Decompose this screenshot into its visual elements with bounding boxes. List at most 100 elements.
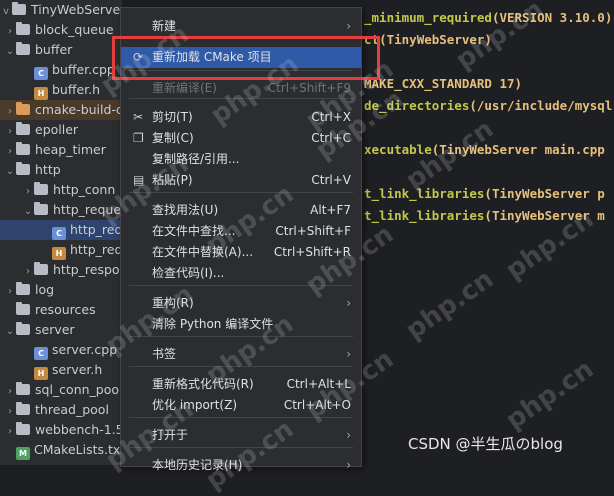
menu-item-label: 新建: [152, 19, 177, 33]
tree-item[interactable]: ⌄ http_request: [0, 200, 122, 220]
tree-item[interactable]: Chttp_request.cpp: [0, 220, 122, 240]
tree-item-label: http_response: [53, 262, 122, 277]
tree-item[interactable]: › heap_timer: [0, 140, 122, 160]
menu-item[interactable]: 在文件中查找... Ctrl+Shift+F: [121, 221, 361, 242]
highlight-box: [112, 36, 380, 80]
folder-icon: [16, 282, 30, 295]
chevron-right-icon[interactable]: ›: [4, 142, 16, 162]
menu-item[interactable]: ❐ 复制(C) Ctrl+C: [121, 128, 361, 149]
tree-item[interactable]: ⌄ http: [0, 160, 122, 180]
tree-item[interactable]: › sql_conn_pool: [0, 380, 122, 400]
menu-item[interactable]: 重新编译(E) Ctrl+Shift+F9: [121, 78, 361, 99]
menu-item[interactable]: 书签 ›: [121, 344, 361, 365]
code-token: xecutable: [364, 142, 432, 157]
menu-separator: [129, 98, 353, 99]
menu-item[interactable]: 查找用法(U) Alt+F7: [121, 200, 361, 221]
folder-icon: [16, 122, 30, 135]
menu-item-shortcut: Ctrl+V: [311, 173, 351, 187]
menu-item[interactable]: ✂ 剪切(T) Ctrl+X: [121, 107, 361, 128]
code-editor[interactable]: _minimum_required(VERSION 3.10.0) ct(Tiny…: [360, 0, 614, 465]
chevron-right-icon: ›: [346, 19, 351, 33]
folder-icon: [16, 402, 30, 415]
menu-item[interactable]: 重构(R) ›: [121, 293, 361, 314]
folder-icon: [34, 202, 48, 215]
tree-item-label: epoller: [35, 122, 79, 137]
code-line: de_directories(/usr/include/mysql): [364, 98, 614, 113]
tree-item-label: heap_timer: [35, 142, 106, 157]
cut-icon: ✂: [133, 110, 144, 124]
tree-item-label: buffer.cpp: [52, 62, 115, 77]
project-root-label: TinyWebServer: [31, 2, 122, 17]
code-token: (VERSION 3.10.0): [491, 10, 613, 25]
tree-item[interactable]: resources: [0, 300, 122, 320]
tree-item[interactable]: › epoller: [0, 120, 122, 140]
tree-item-label: server: [35, 322, 75, 337]
menu-item-label: 剪切(T): [152, 110, 193, 124]
code-line: t_link_libraries(TinyWebServer m: [364, 208, 605, 223]
folder-icon: [12, 2, 26, 15]
code-token: (TinyWebServer m: [484, 208, 605, 223]
tree-item[interactable]: M CMakeLists.txt: [0, 440, 122, 460]
tree-item[interactable]: Hserver.h: [0, 360, 122, 380]
menu-item-shortcut: Ctrl+C: [311, 131, 351, 145]
chevron-right-icon[interactable]: ›: [22, 262, 34, 282]
menu-item[interactable]: 清除 Python 编译文件: [121, 314, 361, 335]
tree-item-label: http_request: [53, 202, 122, 217]
chevron-down-icon[interactable]: ⌄: [22, 202, 34, 222]
menu-item-label: 优化 import(Z): [152, 398, 238, 412]
folder-icon: [34, 262, 48, 275]
chevron-down-icon[interactable]: ⌄: [4, 322, 16, 342]
chevron-right-icon[interactable]: ›: [22, 182, 34, 202]
menu-item-label: 在文件中替换(A)...: [152, 245, 254, 259]
tree-item-label: server.cpp: [52, 342, 118, 357]
menu-item[interactable]: 在文件中替换(A)... Ctrl+Shift+R: [121, 242, 361, 263]
tree-item[interactable]: Cbuffer.cpp: [0, 60, 122, 80]
tree-item[interactable]: › webbench-1.5: [0, 420, 122, 440]
tree-item[interactable]: Hbuffer.h: [0, 80, 122, 100]
tree-item-label: sql_conn_pool: [35, 382, 122, 397]
folder-icon: [16, 162, 30, 175]
chevron-right-icon[interactable]: ›: [4, 402, 16, 422]
tree-item[interactable]: › log: [0, 280, 122, 300]
chevron-right-icon[interactable]: ›: [4, 102, 16, 122]
folder-icon: [16, 302, 30, 315]
folder-icon: [16, 102, 30, 115]
h-file-icon: H: [52, 247, 66, 260]
code-line: _minimum_required(VERSION 3.10.0): [364, 10, 612, 25]
chevron-down-icon[interactable]: ⌄: [4, 162, 16, 182]
tree-item-label: cmake-build-debug: [35, 102, 122, 117]
chevron-right-icon[interactable]: ›: [4, 282, 16, 302]
chevron-right-icon[interactable]: ›: [4, 382, 16, 402]
tree-item[interactable]: › http_response: [0, 260, 122, 280]
chevron-down-icon[interactable]: ⌄: [4, 42, 16, 62]
tree-item[interactable]: › thread_pool: [0, 400, 122, 420]
code-token: (TinyWebServer): [379, 32, 492, 47]
menu-item-shortcut: Ctrl+Shift+F9: [267, 81, 351, 95]
tree-item[interactable]: › http_conn: [0, 180, 122, 200]
menu-item[interactable]: 打开于 ›: [121, 425, 361, 446]
menu-item[interactable]: 复制路径/引用...: [121, 149, 361, 170]
code-line: ct(TinyWebServer): [364, 32, 492, 47]
tree-item[interactable]: ⌄ server: [0, 320, 122, 340]
tree-item[interactable]: › cmake-build-debug: [0, 100, 122, 120]
menu-item[interactable]: 重新格式化代码(R) Ctrl+Alt+L: [121, 374, 361, 395]
chevron-right-icon[interactable]: ›: [4, 122, 16, 142]
tree-item[interactable]: ⌄ buffer: [0, 40, 122, 60]
project-root-row[interactable]: v TinyWebServer: [0, 0, 122, 20]
menu-item[interactable]: ▤ 粘贴(P) Ctrl+V: [121, 170, 361, 191]
credit-label: CSDN @半生瓜のblog: [408, 435, 563, 453]
tree-item[interactable]: Hhttp_request.h: [0, 240, 122, 260]
tree-item[interactable]: › block_queue: [0, 20, 122, 40]
menu-item[interactable]: 本地历史记录(H) ›: [121, 455, 361, 476]
menu-item[interactable]: 优化 import(Z) Ctrl+Alt+O: [121, 395, 361, 416]
menu-item[interactable]: 新建 ›: [121, 16, 361, 37]
menu-item[interactable]: 检查代码(I)...: [121, 263, 361, 284]
tree-item-label: buffer: [35, 42, 73, 57]
folder-icon: [16, 142, 30, 155]
chevron-right-icon[interactable]: ›: [4, 422, 16, 442]
menu-item-shortcut: Ctrl+Shift+R: [273, 245, 351, 259]
menu-separator: [129, 417, 353, 418]
copy-icon: ❐: [133, 131, 144, 145]
chevron-right-icon[interactable]: ›: [4, 22, 16, 42]
tree-item[interactable]: Cserver.cpp: [0, 340, 122, 360]
